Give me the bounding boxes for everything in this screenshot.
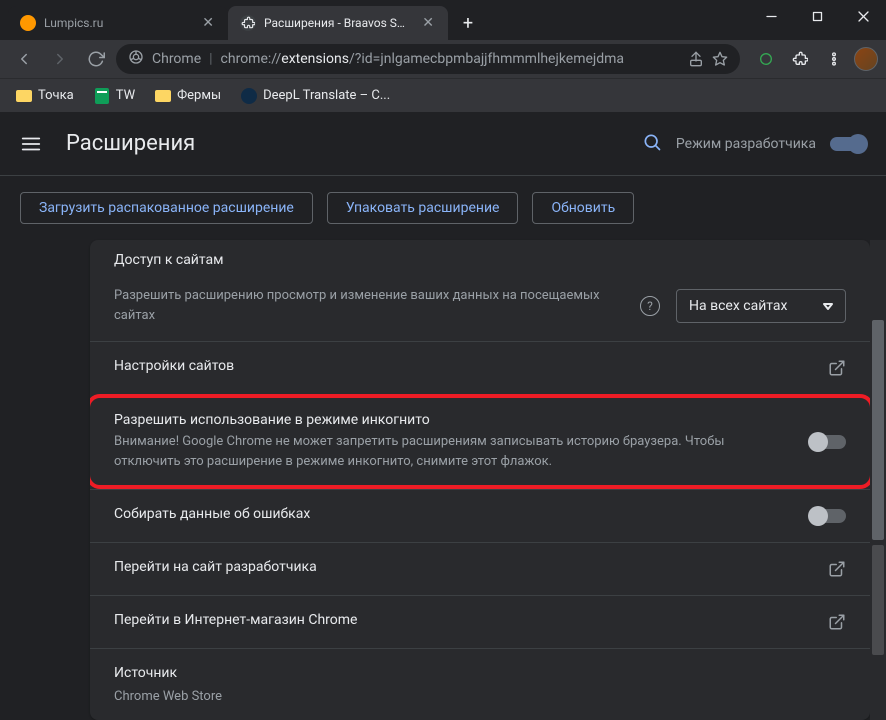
external-link-icon [828,613,846,631]
collect-errors-title: Собирать данные об ошибках [114,506,310,522]
favicon-extension [240,15,256,31]
actions-row: Загрузить распакованное расширение Упако… [0,176,886,240]
hamburger-icon[interactable] [20,133,42,155]
favicon-lumpics [20,15,36,31]
chevron-down-icon [823,301,833,311]
close-icon[interactable]: ✕ [200,13,216,33]
bookmark-tochka[interactable]: Точка [8,84,82,108]
external-link-icon [828,560,846,578]
incognito-title: Разрешить использование в режиме инкогни… [114,412,794,428]
external-link-icon [828,359,846,377]
extensions-icon[interactable] [786,45,814,73]
site-access-desc: Разрешить расширению просмотр и изменени… [114,286,624,325]
chrome-icon [128,49,144,69]
tab-title: Расширения - Braavos Smart Wa [264,16,412,30]
tab-extensions[interactable]: Расширения - Braavos Smart Wa ✕ [228,6,448,40]
avatar[interactable] [854,47,878,71]
page-title: Расширения [66,131,195,156]
back-button[interactable] [8,43,40,75]
menu-icon[interactable] [820,45,848,73]
source-value: Chrome Web Store [114,689,222,704]
search-icon[interactable] [642,132,662,156]
incognito-desc: Внимание! Google Chrome не может запрети… [114,432,794,471]
share-icon[interactable] [688,51,704,67]
collect-errors-toggle[interactable] [810,509,846,523]
browser-toolbar: Chrome | chrome://extensions/?id=jnlgame… [0,40,886,78]
reload-button[interactable] [80,43,112,75]
close-window-button[interactable] [840,0,886,32]
extension-detail-content: Доступ к сайтам Разрешить расширению про… [0,240,870,720]
forward-button[interactable] [44,43,76,75]
url-prefix: Chrome [152,51,201,67]
titlebar: Lumpics.ru ✕ Расширения - Braavos Smart … [0,0,886,40]
help-icon[interactable]: ? [640,296,660,316]
window-controls [748,0,886,32]
pack-button[interactable]: Упаковать расширение [327,192,519,224]
developer-site-row[interactable]: Перейти на сайт разработчика [90,542,870,595]
site-access-dropdown[interactable]: На всех сайтах [676,289,846,323]
extensions-header: Расширения Режим разработчика [0,112,886,176]
bookmark-fermy[interactable]: Фермы [147,84,229,108]
dev-mode-label: Режим разработчика [676,136,816,152]
minimize-button[interactable] [748,0,794,32]
incognito-highlight: Разрешить использование в режиме инкогни… [90,394,870,489]
url-bar[interactable]: Chrome | chrome://extensions/?id=jnlgame… [116,44,740,74]
update-button[interactable]: Обновить [532,192,634,224]
close-icon[interactable]: ✕ [420,13,436,33]
star-icon[interactable] [712,51,728,67]
incognito-toggle[interactable] [810,435,846,449]
bookmark-deepl[interactable]: DeepL Translate – C... [233,84,398,108]
scrollbar[interactable] [870,240,886,720]
bookmark-tw[interactable]: TW [86,84,143,108]
load-unpacked-button[interactable]: Загрузить распакованное расширение [20,192,313,224]
dev-mode-toggle[interactable] [830,137,866,151]
bookmarks-bar: Точка TW Фермы DeepL Translate – C... [0,78,886,112]
site-settings-row[interactable]: Настройки сайтов [90,341,870,394]
maximize-button[interactable] [794,0,840,32]
extension-status-icon[interactable] [752,45,780,73]
tab-lumpics[interactable]: Lumpics.ru ✕ [8,6,228,40]
scroll-thumb[interactable] [872,320,884,540]
url-text: chrome://extensions/?id=jnlgamecbpmbajjf… [221,51,680,67]
tab-title: Lumpics.ru [44,16,192,30]
web-store-row[interactable]: Перейти в Интернет-магазин Chrome [90,595,870,648]
source-label: Источник [114,665,177,681]
site-access-label: Доступ к сайтам [114,252,846,268]
new-tab-button[interactable]: + [454,9,482,37]
scroll-thumb[interactable] [872,545,884,655]
